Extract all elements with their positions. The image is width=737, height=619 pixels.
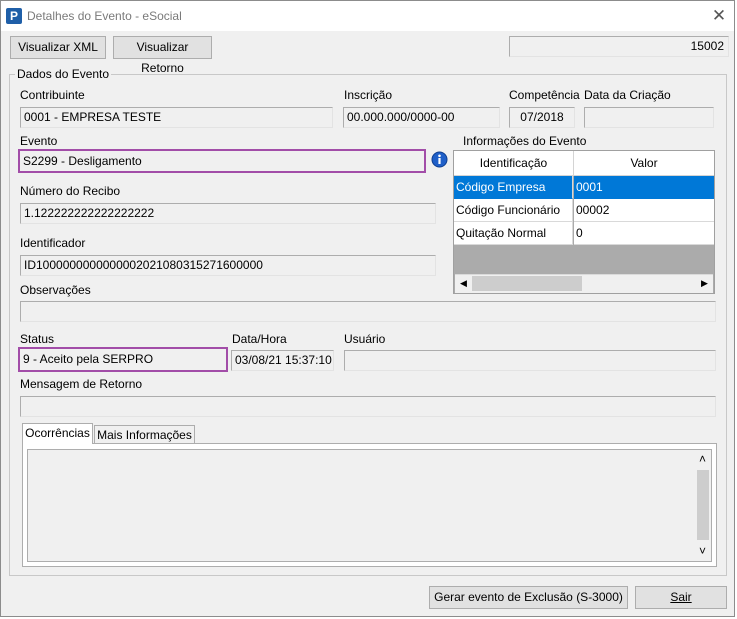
tab-ocorrencias[interactable]: Ocorrências <box>22 423 93 444</box>
info-grid-title: Informações do Evento <box>463 134 587 148</box>
info-grid-horizontal-scrollbar[interactable]: ◀ ▶ <box>455 274 713 293</box>
event-data-group-title: Dados do Evento <box>15 67 112 81</box>
datahora-field: 03/08/21 15:37:10 <box>231 350 334 371</box>
info-grid-header: Identificação Valor <box>454 151 714 176</box>
scroll-up-icon[interactable]: ˄ <box>694 451 711 468</box>
scrollbar-thumb[interactable] <box>472 276 582 291</box>
observacoes-label: Observações <box>20 283 91 297</box>
numero-recibo-field: 1.122222222222222222 <box>20 203 436 224</box>
mensagem-retorno-field <box>20 396 716 417</box>
evento-field: S2299 - Desligamento <box>18 149 426 173</box>
grid-cell-id[interactable]: Código Empresa <box>454 176 573 199</box>
close-icon[interactable]: ✕ <box>707 5 731 27</box>
event-details-window: P Detalhes do Evento - eSocial ✕ Visuali… <box>0 0 735 617</box>
status-field: 9 - Aceito pela SERPRO <box>18 347 228 372</box>
exit-button[interactable]: Sair <box>635 586 727 609</box>
numero-recibo-label: Número do Recibo <box>20 184 121 198</box>
contribuinte-field: 0001 - EMPRESA TESTE <box>20 107 333 128</box>
identificador-field: ID1000000000000002021080315271600000 <box>20 255 436 276</box>
data-criacao-field <box>584 107 714 128</box>
evento-label: Evento <box>20 134 58 148</box>
window-title: Detalhes do Evento - eSocial <box>27 9 182 23</box>
info-grid: Identificação Valor Código Empresa 0001 … <box>453 150 715 294</box>
column-header-identificacao[interactable]: Identificação <box>454 151 574 175</box>
grid-cell-valor[interactable]: 00002 <box>574 199 714 222</box>
tab-panel-ocorrencias: ˄ ˅ <box>22 443 717 567</box>
occurrences-vertical-scrollbar[interactable]: ˄ ˅ <box>694 450 711 561</box>
view-return-button[interactable]: Visualizar Retorno <box>113 36 212 75</box>
column-header-valor[interactable]: Valor <box>574 151 714 175</box>
view-xml-button[interactable]: Visualizar XML <box>10 36 106 59</box>
grid-cell-valor[interactable]: 0 <box>574 222 714 245</box>
tab-mais-informacoes[interactable]: Mais Informações <box>94 425 195 443</box>
scroll-right-icon[interactable]: ▶ <box>696 275 713 292</box>
scroll-down-icon[interactable]: ˅ <box>694 543 711 560</box>
competencia-label: Competência <box>509 88 580 102</box>
scrollbar-thumb[interactable] <box>697 470 709 540</box>
grid-cell-id[interactable]: Quitação Normal <box>454 222 573 245</box>
inscricao-label: Inscrição <box>344 88 393 102</box>
usuario-field <box>344 350 716 371</box>
tab-control: Ocorrências Mais Informações ˄ ˅ <box>20 421 717 569</box>
title-bar: P Detalhes do Evento - eSocial ✕ <box>1 1 734 31</box>
scroll-left-icon[interactable]: ◀ <box>455 275 472 292</box>
usuario-label: Usuário <box>344 332 386 346</box>
grid-cell-valor[interactable]: 0001 <box>574 176 714 199</box>
record-counter-field: 15002 <box>509 36 729 57</box>
datahora-label: Data/Hora <box>232 332 287 346</box>
info-icon[interactable] <box>431 151 448 168</box>
identificador-label: Identificador <box>20 236 86 250</box>
contribuinte-label: Contribuinte <box>20 88 85 102</box>
data-criacao-label: Data da Criação <box>584 88 671 102</box>
status-label: Status <box>20 332 55 346</box>
generate-exclusion-event-button[interactable]: Gerar evento de Exclusão (S-3000) <box>429 586 628 609</box>
occurrences-list[interactable]: ˄ ˅ <box>27 449 712 562</box>
grid-cell-id[interactable]: Código Funcionário <box>454 199 573 222</box>
observacoes-field[interactable] <box>20 301 716 322</box>
inscricao-field: 00.000.000/0000-00 <box>343 107 500 128</box>
app-logo-icon: P <box>6 8 22 24</box>
mensagem-retorno-label: Mensagem de Retorno <box>20 377 143 391</box>
competencia-field: 07/2018 <box>509 107 575 128</box>
